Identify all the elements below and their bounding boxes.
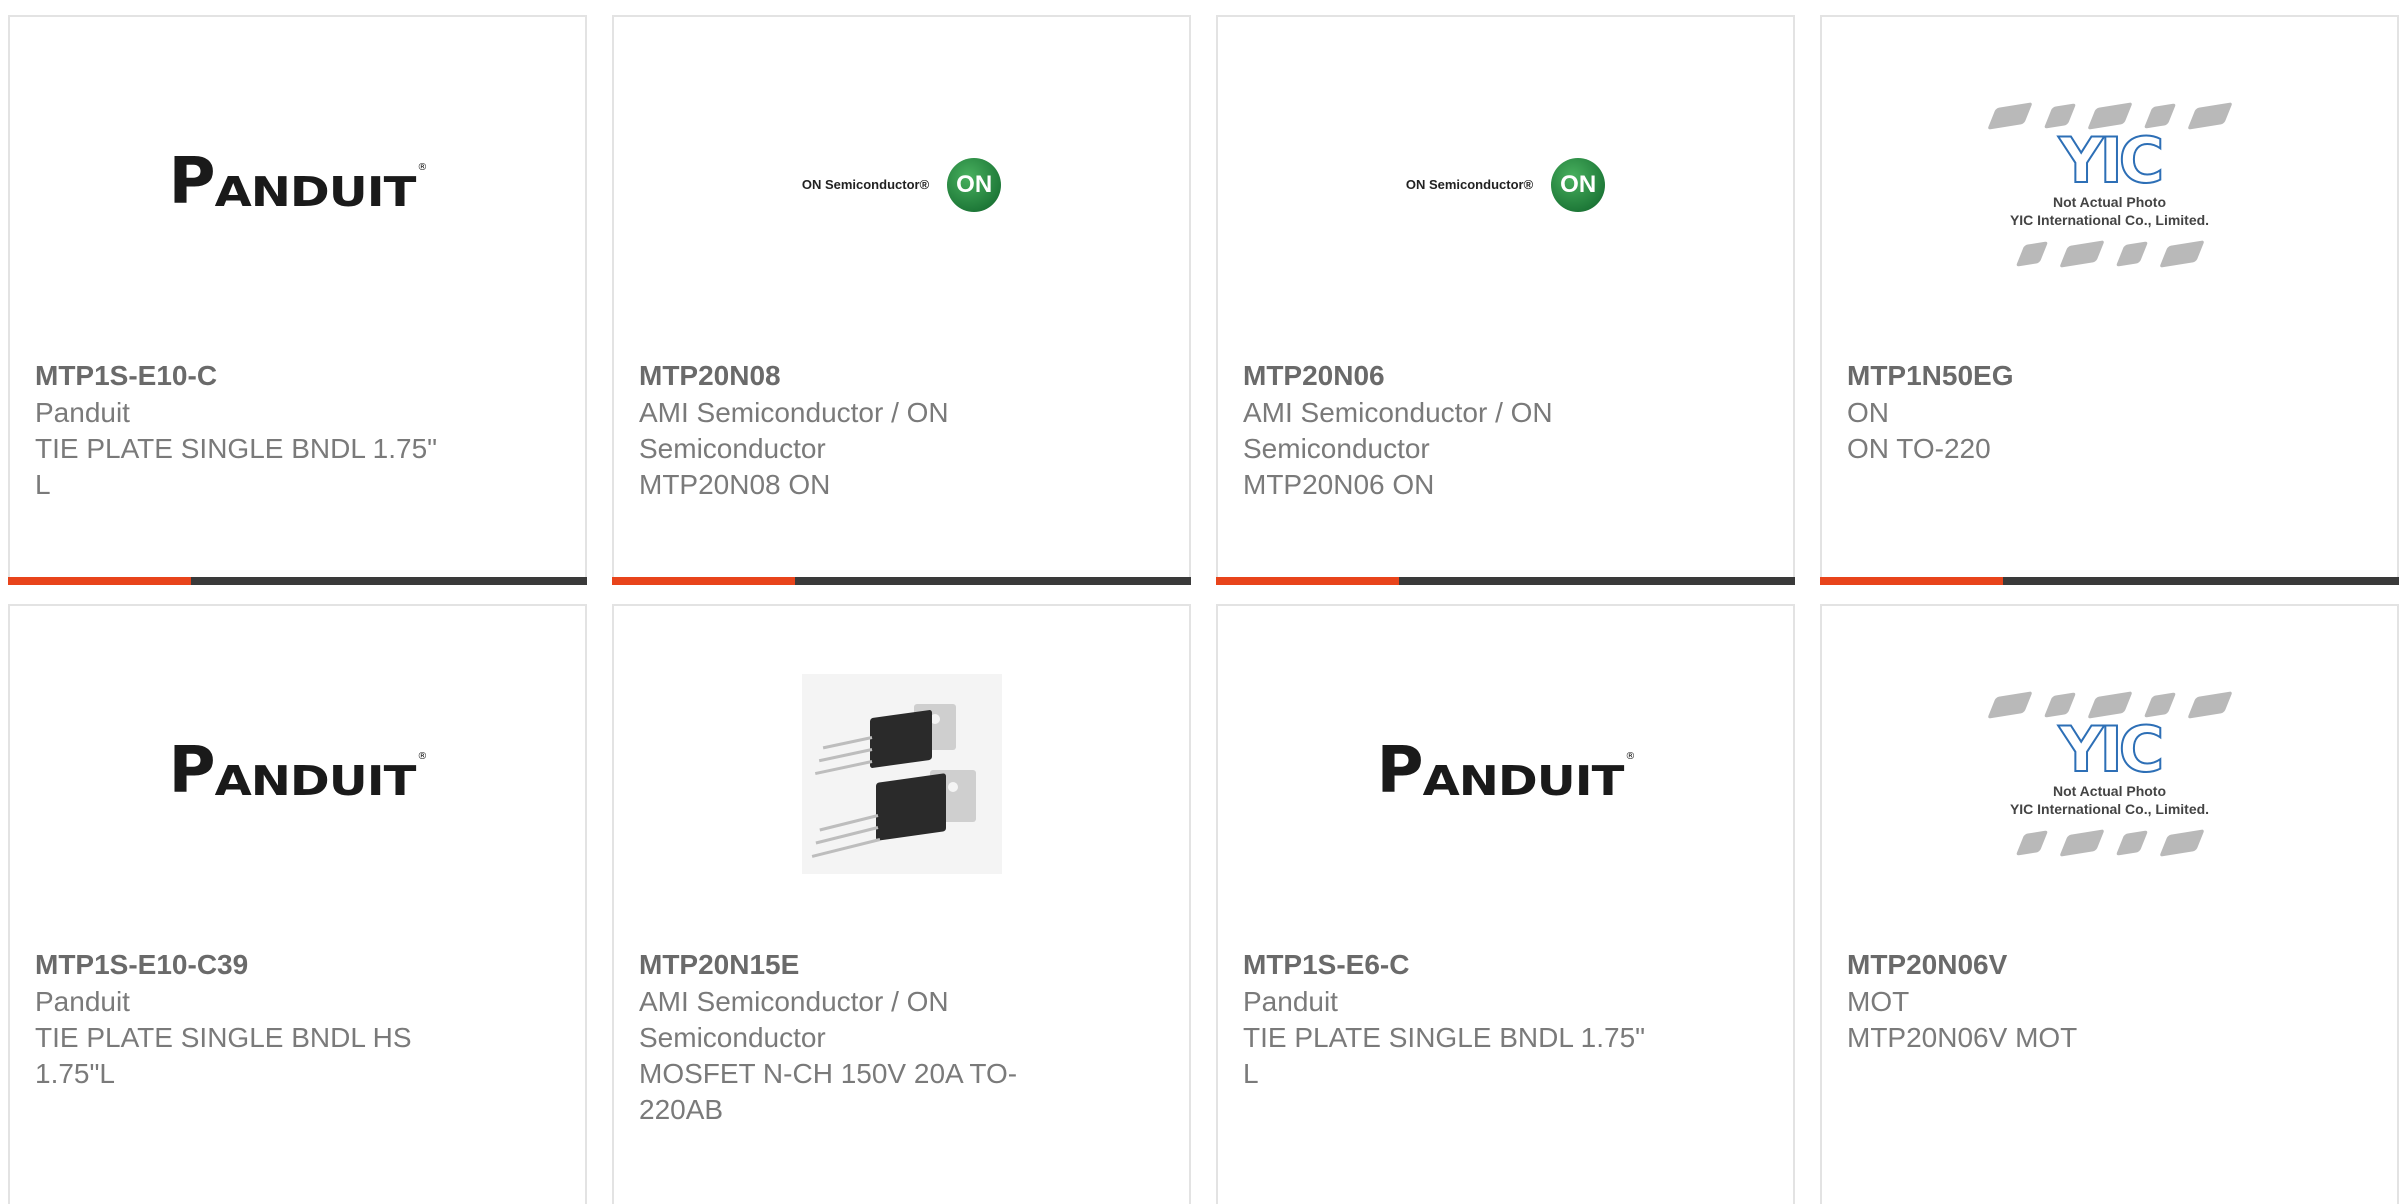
- description: MOSFET N-CH 150V 20A TO-220AB: [639, 1058, 1018, 1125]
- description: TIE PLATE SINGLE BNDL 1.75" L: [35, 433, 438, 500]
- card-bar: [1216, 577, 1795, 585]
- product-card[interactable]: P ANDUIT ® MTP1S-E6-C Panduit TIE PLATE SI…: [1216, 604, 1795, 1204]
- manufacturer: Panduit: [35, 986, 130, 1017]
- panduit-logo: P ANDUIT ®: [168, 144, 428, 219]
- product-card[interactable]: YIC Not Actual Photo YIC International C…: [1820, 604, 2399, 1204]
- product-image: P ANDUIT ®: [10, 606, 585, 941]
- manufacturer: AMI Semiconductor / ON Semiconductor: [639, 986, 949, 1053]
- manufacturer: MOT: [1847, 986, 1910, 1017]
- product-card[interactable]: MTP20N15E AMI Semiconductor / ON Semicon…: [612, 604, 1191, 1204]
- product-image: P ANDUIT ®: [1218, 606, 1793, 941]
- product-image: ON Semiconductor® ON: [1218, 17, 1793, 352]
- part-number: MTP20N06: [1243, 360, 1385, 391]
- manufacturer: AMI Semiconductor / ON Semiconductor: [639, 397, 949, 464]
- part-number: MTP1S-E6-C: [1243, 949, 1410, 980]
- product-image: P ANDUIT ®: [10, 17, 585, 352]
- yic-placeholder-image: YIC Not Actual Photo YIC International C…: [1986, 690, 2233, 857]
- product-grid: P ANDUIT ® MTP1S-E10-C Panduit TIE PLATE S…: [0, 0, 2400, 1204]
- manufacturer: ON: [1847, 397, 1889, 428]
- part-number: MTP1S-E10-C: [35, 360, 218, 391]
- manufacturer: AMI Semiconductor / ON Semiconductor: [1243, 397, 1553, 464]
- product-card[interactable]: ON Semiconductor® ON MTP20N06 AMI Semico…: [1216, 15, 1795, 585]
- panduit-logo: P ANDUIT ®: [1376, 733, 1636, 808]
- part-number: MTP1N50EG: [1847, 360, 2014, 391]
- manufacturer: Panduit: [35, 397, 130, 428]
- on-semiconductor-logo: ON Semiconductor® ON: [1406, 157, 1606, 212]
- description: MTP20N06 ON: [1243, 469, 1435, 500]
- description: TIE PLATE SINGLE BNDL 1.75" L: [1243, 1022, 1646, 1089]
- manufacturer: Panduit: [1243, 986, 1338, 1017]
- part-number: MTP20N08: [639, 360, 781, 391]
- description: ON TO-220: [1847, 433, 1991, 464]
- product-card[interactable]: YIC Not Actual Photo YIC International C…: [1820, 15, 2399, 585]
- card-bar: [1820, 577, 2399, 585]
- description: MTP20N06V MOT: [1847, 1022, 2078, 1053]
- description: TIE PLATE SINGLE BNDL HS 1.75"L: [35, 1022, 412, 1089]
- on-semiconductor-logo: ON Semiconductor® ON: [802, 157, 1002, 212]
- yic-placeholder-image: YIC Not Actual Photo YIC International C…: [1986, 101, 2233, 268]
- product-image: YIC Not Actual Photo YIC International C…: [1822, 606, 2397, 941]
- transistor-photo: [801, 673, 1002, 874]
- product-card[interactable]: P ANDUIT ® MTP1S-E10-C Panduit TIE PLATE S…: [8, 15, 587, 585]
- part-number: MTP1S-E10-C39: [35, 949, 249, 980]
- card-bar: [8, 577, 587, 585]
- panduit-logo: P ANDUIT ®: [168, 733, 428, 808]
- part-number: MTP20N06V: [1847, 949, 2008, 980]
- product-image: YIC Not Actual Photo YIC International C…: [1822, 17, 2397, 352]
- product-image: [614, 606, 1189, 941]
- product-image: ON Semiconductor® ON: [614, 17, 1189, 352]
- product-card[interactable]: ON Semiconductor® ON MTP20N08 AMI Semico…: [612, 15, 1191, 585]
- card-bar: [612, 577, 1191, 585]
- part-number: MTP20N15E: [639, 949, 800, 980]
- product-card[interactable]: P ANDUIT ® MTP1S-E10-C39 Panduit TIE PLATE…: [8, 604, 587, 1204]
- description: MTP20N08 ON: [639, 469, 831, 500]
